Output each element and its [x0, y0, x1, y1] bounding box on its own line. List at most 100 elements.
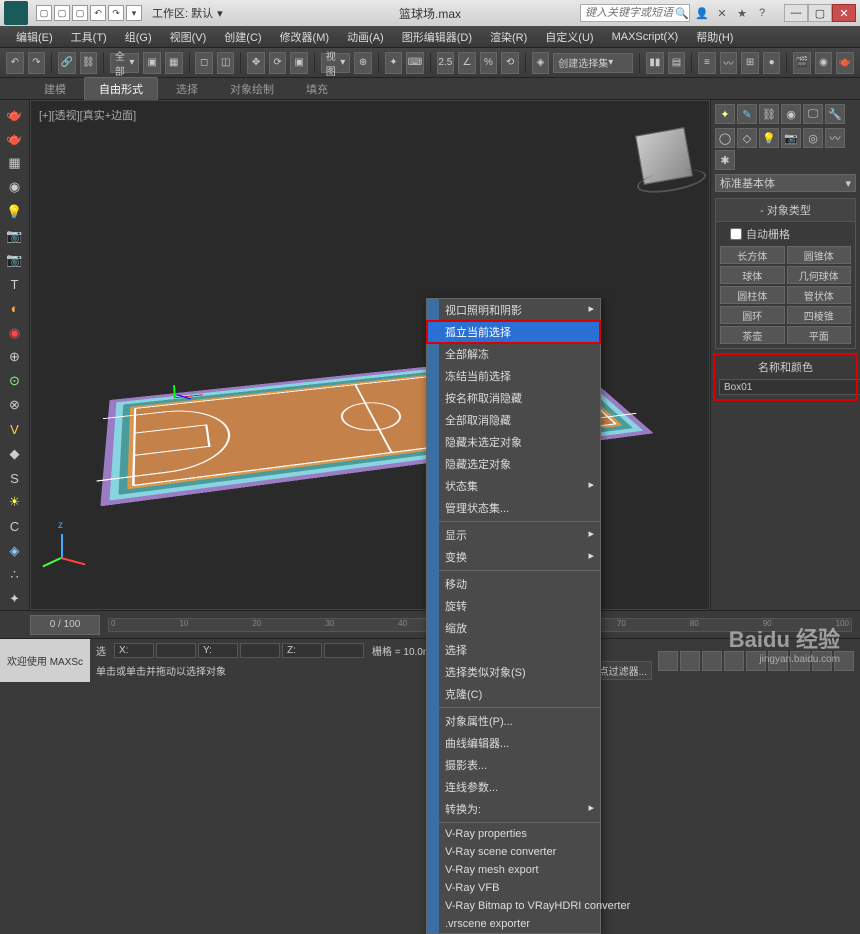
tab-selection[interactable]: 选择: [162, 78, 212, 100]
undo-icon[interactable]: ↶: [6, 52, 24, 74]
prev-frame-icon[interactable]: [680, 651, 700, 671]
context-menu-item[interactable]: 隐藏未选定对象: [427, 431, 600, 453]
menu-create[interactable]: 创建(C): [216, 27, 269, 47]
lights-icon[interactable]: 💡: [759, 128, 779, 148]
context-menu-item[interactable]: 全部解冻: [427, 343, 600, 365]
render-frame-icon[interactable]: ◉: [815, 52, 833, 74]
context-menu-item[interactable]: .vrscene exporter: [427, 915, 600, 933]
tool1-icon[interactable]: ⊕: [4, 346, 26, 367]
context-menu-item[interactable]: V-Ray scene converter: [427, 843, 600, 861]
display-tab-icon[interactable]: 🖵: [803, 104, 823, 124]
qa-undo-icon[interactable]: ↶: [90, 5, 106, 21]
context-menu-item[interactable]: V-Ray mesh export: [427, 861, 600, 879]
qa-more-icon[interactable]: ▾: [126, 5, 142, 21]
context-menu-item[interactable]: 视口照明和阴影: [427, 299, 600, 321]
menu-custom[interactable]: 自定义(U): [537, 27, 601, 47]
tab-modeling[interactable]: 建模: [30, 78, 80, 100]
context-menu-item[interactable]: 冻结当前选择: [427, 365, 600, 387]
next-frame-icon[interactable]: [724, 651, 744, 671]
modify-tab-icon[interactable]: ✎: [737, 104, 757, 124]
context-menu-item[interactable]: 显示: [427, 524, 600, 546]
move-icon[interactable]: ✥: [247, 52, 265, 74]
tool8-icon[interactable]: ◈: [4, 540, 26, 561]
slice-icon[interactable]: ◐: [4, 298, 26, 319]
render-icon[interactable]: 🫖: [4, 128, 26, 149]
menu-view[interactable]: 视图(V): [162, 27, 215, 47]
hierarchy-tab-icon[interactable]: ⛓: [759, 104, 779, 124]
keyboard-shortcut-icon[interactable]: ⌨: [406, 52, 424, 74]
app-icon[interactable]: [4, 1, 28, 25]
context-menu-item[interactable]: 变换: [427, 546, 600, 568]
create-object-button[interactable]: 茶壶: [720, 326, 785, 344]
signin-icon[interactable]: 👤: [694, 5, 710, 21]
y-input[interactable]: [240, 643, 280, 658]
named-selection[interactable]: 创建选择集 ▾: [553, 53, 633, 73]
camera-icon[interactable]: 📷: [4, 225, 26, 246]
spinner-snap-icon[interactable]: ⟲: [501, 52, 519, 74]
light-icon[interactable]: 💡: [4, 201, 26, 222]
tool2-icon[interactable]: ⊙: [4, 371, 26, 392]
tool5-icon[interactable]: ◆: [4, 443, 26, 464]
teapot-icon[interactable]: 🫖: [4, 104, 26, 125]
context-menu-item[interactable]: 旋转: [427, 595, 600, 617]
render-setup-icon[interactable]: 🎬: [793, 52, 811, 74]
system-icon[interactable]: 📷: [4, 249, 26, 270]
qa-new-icon[interactable]: ▢: [36, 5, 52, 21]
context-menu-item[interactable]: 曲线编辑器...: [427, 732, 600, 754]
vray-icon[interactable]: ◉: [4, 322, 26, 343]
viewport[interactable]: [+][透视][真实+边面]: [30, 100, 710, 610]
link-icon[interactable]: 🔗: [58, 52, 76, 74]
context-menu-item[interactable]: 状态集: [427, 475, 600, 497]
material-icon[interactable]: ◉: [4, 177, 26, 198]
menu-animation[interactable]: 动画(A): [339, 27, 392, 47]
create-object-button[interactable]: 管状体: [787, 286, 852, 304]
search-icon[interactable]: 🔍: [674, 5, 690, 21]
utilities-tab-icon[interactable]: 🔧: [825, 104, 845, 124]
create-object-button[interactable]: 四棱锥: [787, 306, 852, 324]
object-name-input[interactable]: [719, 379, 860, 395]
context-menu-item[interactable]: 全部取消隐藏: [427, 409, 600, 431]
context-menu-item[interactable]: 按名称取消隐藏: [427, 387, 600, 409]
unlink-icon[interactable]: ⛓: [80, 52, 98, 74]
create-object-button[interactable]: 圆柱体: [720, 286, 785, 304]
menu-graph[interactable]: 图形编辑器(D): [394, 27, 480, 47]
snap-icon[interactable]: 2.5: [437, 52, 455, 74]
context-menu-item[interactable]: 转换为:: [427, 798, 600, 820]
context-menu-item[interactable]: 移动: [427, 573, 600, 595]
curve-editor-icon[interactable]: 〰: [720, 52, 738, 74]
tool9-icon[interactable]: ∴: [4, 564, 26, 585]
workspace-selector[interactable]: 工作区: 默认▾: [152, 5, 223, 21]
context-menu-item[interactable]: V-Ray VFB: [427, 879, 600, 897]
selection-filter[interactable]: 全部 ▾: [110, 53, 140, 73]
menu-help[interactable]: 帮助(H): [688, 27, 741, 47]
tool3-icon[interactable]: ⊗: [4, 395, 26, 416]
render-icon[interactable]: 🫖: [836, 52, 854, 74]
angle-snap-icon[interactable]: ∠: [458, 52, 476, 74]
tool4-icon[interactable]: V: [4, 419, 26, 440]
nav-max-icon[interactable]: [834, 651, 854, 671]
z-input[interactable]: [324, 643, 364, 658]
cameras-icon[interactable]: 📷: [781, 128, 801, 148]
menu-edit[interactable]: 编辑(E): [8, 27, 61, 47]
menu-maxscript[interactable]: MAXScript(X): [604, 29, 687, 45]
create-object-button[interactable]: 几何球体: [787, 266, 852, 284]
goto-end-icon[interactable]: [746, 651, 766, 671]
spacewarps-icon[interactable]: 〰: [825, 128, 845, 148]
type-icon[interactable]: T: [4, 274, 26, 295]
align-icon[interactable]: ▤: [668, 52, 686, 74]
rotate-icon[interactable]: ⟳: [269, 52, 287, 74]
tool6-icon[interactable]: S: [4, 468, 26, 489]
window-crossing-icon[interactable]: ◫: [217, 52, 235, 74]
context-menu-item[interactable]: V-Ray properties: [427, 825, 600, 843]
context-menu-item[interactable]: 选择类似对象(S): [427, 661, 600, 683]
context-menu-item[interactable]: 缩放: [427, 617, 600, 639]
create-object-button[interactable]: 圆环: [720, 306, 785, 324]
context-menu-item[interactable]: 管理状态集...: [427, 497, 600, 519]
schematic-icon[interactable]: ⊞: [741, 52, 759, 74]
nav-orbit-icon[interactable]: [812, 651, 832, 671]
rollout-header[interactable]: 对象类型: [716, 199, 855, 222]
context-menu-item[interactable]: 摄影表...: [427, 754, 600, 776]
context-menu-item[interactable]: 选择: [427, 639, 600, 661]
goto-start-icon[interactable]: [658, 651, 678, 671]
select-rect-icon[interactable]: ◻: [195, 52, 213, 74]
